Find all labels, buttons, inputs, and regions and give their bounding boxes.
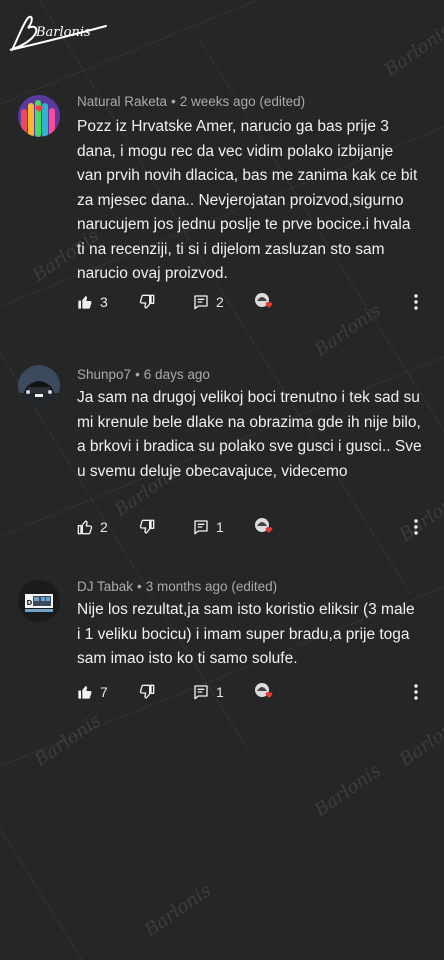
reply-count: 1	[216, 684, 224, 700]
comment-meta: DJ Tabak • 3 months ago (edited)	[77, 579, 278, 594]
watermark-signature: Barlonis	[380, 20, 444, 81]
comment-time: 3 months ago (edited)	[145, 579, 278, 594]
like-count: 7	[100, 684, 108, 700]
dislike-button[interactable]	[139, 290, 155, 314]
avatar[interactable]	[18, 95, 60, 137]
comment-actions: 3 2	[77, 290, 437, 314]
like-button[interactable]: 7	[77, 680, 108, 704]
comment-time: 2 weeks ago (edited)	[179, 94, 306, 109]
avatar[interactable]	[18, 365, 60, 407]
avatar[interactable]: D	[18, 580, 60, 622]
thumbs-up-filled-icon	[78, 296, 92, 309]
comment-text: Nije los rezultat,ja sam isto koristio e…	[77, 601, 415, 667]
svg-text:D: D	[27, 599, 33, 607]
comment-actions: 2 1	[77, 515, 437, 539]
reply-button[interactable]: 1	[193, 680, 224, 704]
svg-text:Barlonis: Barlonis	[35, 25, 91, 40]
author-name[interactable]: Shunpo7	[77, 367, 131, 382]
thumbs-down-icon	[139, 519, 155, 534]
creator-heart	[253, 515, 275, 539]
more-options-icon[interactable]	[411, 290, 421, 314]
comment-text: Pozz iz Hrvatske Amer, narucio ga bas pr…	[77, 118, 418, 282]
watermark-signature: Barlonis	[395, 710, 444, 771]
comment-icon	[194, 295, 208, 310]
thumbs-up-icon	[77, 520, 93, 535]
car-photo-icon	[18, 365, 60, 407]
comment-time: 6 days ago	[143, 367, 210, 382]
thumbs-up-filled-icon	[78, 686, 92, 699]
colorful-hands-icon	[18, 95, 60, 137]
like-button[interactable]: 2	[77, 515, 108, 539]
author-name[interactable]: DJ Tabak	[77, 579, 133, 594]
comment-icon	[194, 520, 208, 535]
reply-count: 2	[216, 294, 224, 310]
comment-icon	[194, 685, 208, 700]
like-count: 2	[100, 519, 108, 535]
watermark-signature: Barlonis	[140, 880, 215, 941]
creator-heart-icon	[255, 683, 273, 698]
more-options-icon[interactable]	[411, 680, 421, 704]
comment-actions: 7 1	[77, 680, 437, 704]
thumbs-down-icon	[139, 684, 155, 699]
thumbs-down-icon	[139, 294, 155, 309]
more-options-icon[interactable]	[411, 515, 421, 539]
signature-logo: Barlonis	[9, 15, 107, 51]
comment-text: Ja sam na drugoj velikoj boci trenutno i…	[77, 389, 422, 480]
creator-heart-icon	[255, 518, 273, 533]
dislike-button[interactable]	[139, 680, 155, 704]
watermark-signature: Barlonis	[30, 710, 105, 771]
creator-heart	[253, 290, 275, 314]
reply-button[interactable]: 1	[193, 515, 224, 539]
reply-button[interactable]: 2	[193, 290, 224, 314]
reply-count: 1	[216, 519, 224, 535]
creator-heart-icon	[255, 293, 273, 308]
like-button[interactable]: 3	[77, 290, 108, 314]
comment-meta: Natural Raketa • 2 weeks ago (edited)	[77, 94, 306, 109]
creator-heart	[253, 680, 275, 704]
comment-meta: Shunpo7 • 6 days ago	[77, 367, 210, 382]
author-name[interactable]: Natural Raketa	[77, 94, 167, 109]
like-count: 3	[100, 294, 108, 310]
dislike-button[interactable]	[139, 515, 155, 539]
dj-logo-icon: D	[18, 580, 60, 622]
watermark-signature: Barlonis	[310, 760, 385, 821]
